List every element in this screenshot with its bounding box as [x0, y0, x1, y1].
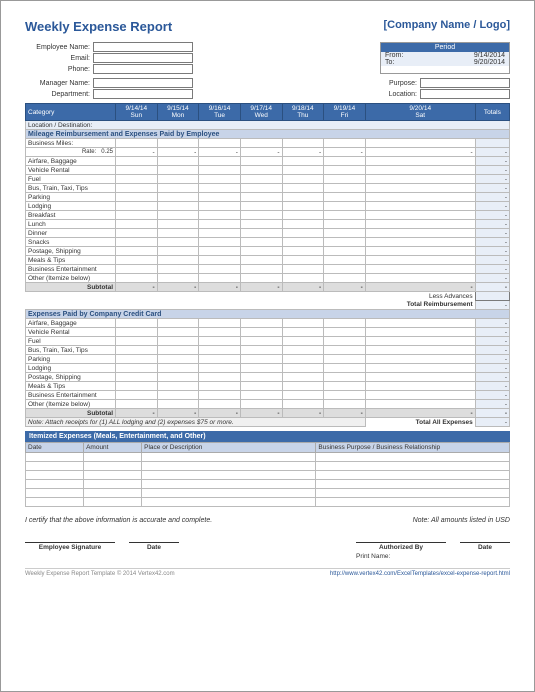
- report-title: Weekly Expense Report: [25, 19, 172, 34]
- auth-signature: Authorized By: [356, 542, 446, 551]
- phone-input[interactable]: [93, 64, 193, 74]
- header: Weekly Expense Report [Company Name / Lo…: [25, 19, 510, 34]
- expense-table: Category9/14/14Sun9/15/14Mon9/16/14Tue9/…: [25, 103, 510, 427]
- signature-area: Employee Signature Date Authorized By Da…: [25, 542, 510, 560]
- purpose-label: Purpose:: [377, 80, 417, 87]
- footer-left: Weekly Expense Report Template © 2014 Ve…: [25, 571, 175, 577]
- cert-note: Note: All amounts listed in USD: [413, 517, 510, 524]
- itemized-table: DateAmountPlace or DescriptionBusiness P…: [25, 442, 510, 507]
- period-header: Period: [381, 43, 509, 52]
- dept-input[interactable]: [93, 89, 193, 99]
- from-label: From:: [385, 52, 403, 59]
- emp-name-input[interactable]: [93, 42, 193, 52]
- emp-sig-date: Date: [129, 542, 179, 560]
- from-date: 9/14/2014: [474, 52, 505, 59]
- purpose-input[interactable]: [420, 78, 510, 88]
- email-input[interactable]: [93, 53, 193, 63]
- location-label: Location:: [377, 91, 417, 98]
- auth-sig-date: Date: [460, 542, 510, 551]
- footer-link[interactable]: http://www.vertex42.com/ExcelTemplates/e…: [330, 571, 510, 577]
- certification: I certify that the above information is …: [25, 517, 510, 524]
- cert-text: I certify that the above information is …: [25, 517, 212, 524]
- emp-name-label: Employee Name:: [25, 44, 90, 51]
- print-name-label: Print Name:: [356, 553, 510, 560]
- expense-report-page: Weekly Expense Report [Company Name / Lo…: [0, 0, 535, 692]
- footer: Weekly Expense Report Template © 2014 Ve…: [25, 568, 510, 577]
- period-box: Period From: 9/14/2014 To: 9/20/2014: [380, 42, 510, 74]
- to-date: 9/20/2014: [474, 59, 505, 66]
- itemized-header: Itemized Expenses (Meals, Entertainment,…: [25, 431, 510, 442]
- email-label: Email:: [25, 55, 90, 62]
- company-logo: [Company Name / Logo]: [383, 19, 510, 31]
- mgr-label: Manager Name:: [25, 80, 90, 87]
- info-block-2: Manager Name: Department: Purpose: Locat…: [25, 78, 510, 99]
- location-input[interactable]: [420, 89, 510, 99]
- mgr-input[interactable]: [93, 78, 193, 88]
- emp-signature: Employee Signature: [25, 542, 115, 560]
- dept-label: Department:: [25, 91, 90, 98]
- info-block-1: Employee Name: Email: Phone: Period From…: [25, 42, 510, 74]
- to-label: To:: [385, 59, 394, 66]
- phone-label: Phone:: [25, 66, 90, 73]
